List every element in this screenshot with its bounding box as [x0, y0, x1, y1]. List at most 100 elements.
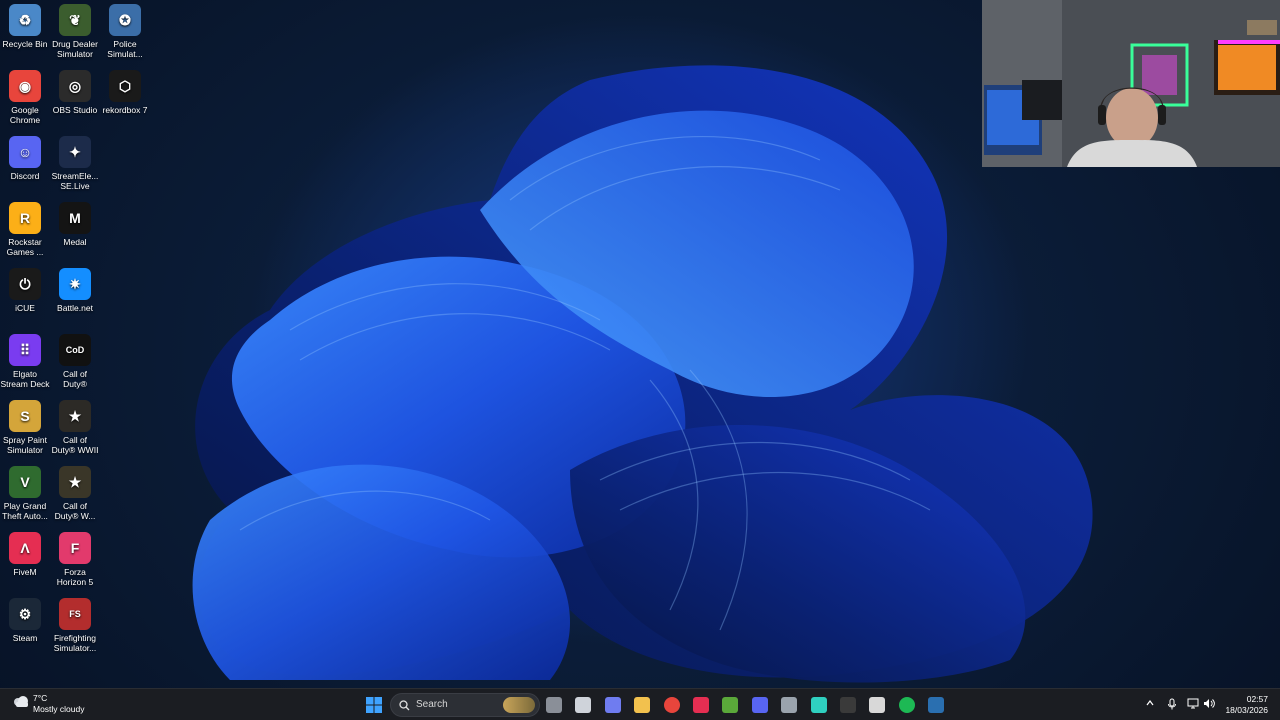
- desktop-icon[interactable]: ✪ Police Simulat...: [100, 0, 150, 59]
- spotify-icon[interactable]: [898, 697, 915, 713]
- desktop-icon-label: Drug Dealer Simulator: [52, 39, 98, 59]
- desktop-icon-label: Play Grand Theft Auto...: [2, 501, 48, 521]
- fivem-icon[interactable]: [693, 697, 709, 713]
- clock[interactable]: 02:57 18/03/2026: [1225, 694, 1268, 716]
- chevron-up-icon[interactable]: [1143, 698, 1157, 712]
- desktop-icon-label: Forza Horizon 5: [56, 567, 94, 587]
- desktop-icon-label: Call of Duty® W...: [54, 501, 96, 521]
- desktop-icon[interactable]: ⚙ Steam: [0, 594, 50, 643]
- stream-deck-icon[interactable]: [810, 697, 827, 713]
- desktop-icon-label: Rockstar Games ...: [6, 237, 44, 257]
- desktop-icon[interactable]: ✦ StreamEle... SE.Live: [50, 132, 100, 191]
- desktop-icon-label: Discord: [10, 171, 40, 181]
- desktop-icon-label: Google Chrome: [9, 105, 41, 125]
- webcam-overlay: [982, 0, 1280, 167]
- desktop-icon-label: rekordbox 7: [102, 105, 148, 115]
- icue-icon: ⏻: [9, 268, 41, 300]
- windows-logo-icon: [366, 697, 382, 713]
- recycle-bin-icon: ♻: [9, 4, 41, 36]
- steam-icon[interactable]: [928, 697, 945, 713]
- discord-icon[interactable]: [751, 697, 768, 713]
- file-explorer-icon[interactable]: [634, 697, 651, 713]
- steam-icon: ⚙: [9, 598, 41, 630]
- desktop-icon-label: Firefighting Simulator...: [53, 633, 97, 653]
- gta-icon: V: [9, 466, 41, 498]
- desktop-icon-label: OBS Studio: [52, 105, 98, 115]
- network-icon[interactable]: [1186, 698, 1200, 712]
- desktop-icon-label: Steam: [12, 633, 38, 643]
- desktop-icon[interactable]: ⏻ iCUE: [0, 264, 50, 313]
- search-icon: [399, 700, 410, 711]
- desktop-icon[interactable]: ★ Call of Duty® W...: [50, 462, 100, 521]
- discord-icon: ☺: [9, 136, 41, 168]
- desktop-icon-label: FiveM: [13, 567, 37, 577]
- chrome-icon: ◉: [9, 70, 41, 102]
- firefighting-simulator-icon: FS: [59, 598, 91, 630]
- microphone-icon[interactable]: [1165, 698, 1179, 712]
- desktop-icon[interactable]: ⬡ rekordbox 7: [100, 66, 150, 115]
- search-bar[interactable]: Search: [390, 693, 540, 717]
- desktop-icon[interactable]: Λ FiveM: [0, 528, 50, 577]
- desktop-icon[interactable]: V Play Grand Theft Auto...: [0, 462, 50, 521]
- desktop-icon-label: Elgato Stream Deck: [0, 369, 50, 389]
- widgets-icon[interactable]: [546, 697, 562, 713]
- desktop-icon-label: Call of Duty® WWII: [51, 435, 99, 455]
- weather-cloud-icon: [12, 695, 30, 709]
- chrome-icon[interactable]: [663, 697, 680, 713]
- volume-icon[interactable]: [1202, 698, 1216, 712]
- clock-date: 18/03/2026: [1225, 705, 1268, 715]
- desktop-icon[interactable]: ❦ Drug Dealer Simulator: [50, 0, 100, 59]
- spray-paint-simulator-icon: S: [9, 400, 41, 432]
- forza-icon: F: [59, 532, 91, 564]
- desktop-icon[interactable]: ★ Call of Duty® WWII: [50, 396, 100, 455]
- desktop-icon-label: iCUE: [15, 303, 35, 313]
- settings-icon[interactable]: [781, 697, 798, 713]
- taskbar: 7°C Mostly cloudy Search 02:57 18/03/202…: [0, 688, 1280, 720]
- desktop-icon-label: Spray Paint Simulator: [3, 435, 47, 455]
- desktop-icon-label: StreamEle... SE.Live: [51, 171, 99, 191]
- desktop-icon[interactable]: ✷ Battle.net: [50, 264, 100, 313]
- rekordbox-icon: ⬡: [109, 70, 141, 102]
- obs-icon[interactable]: [840, 697, 856, 713]
- desktop-icon-label: Battle.net: [57, 303, 93, 313]
- search-label: Search: [416, 699, 448, 710]
- desktop-icon[interactable]: ♻ Recycle Bin: [0, 0, 50, 49]
- battlenet-icon: ✷: [59, 268, 91, 300]
- desktop-icon-label: Medal: [63, 237, 87, 247]
- streamelements-icon: ✦: [59, 136, 91, 168]
- desktop-icon[interactable]: FS Firefighting Simulator...: [50, 594, 100, 653]
- task-view-icon[interactable]: [575, 697, 592, 713]
- minecraft-icon[interactable]: [722, 697, 739, 713]
- desktop-icon[interactable]: F Forza Horizon 5: [50, 528, 100, 587]
- desktop-icon[interactable]: M Medal: [50, 198, 100, 247]
- desktop-icon-label: Call of Duty®: [62, 369, 88, 389]
- desktop-icon[interactable]: S Spray Paint Simulator: [0, 396, 50, 455]
- start-button[interactable]: [364, 695, 384, 715]
- weather-widget[interactable]: 7°C Mostly cloudy: [12, 693, 85, 715]
- desktop-icon[interactable]: ⠿ Elgato Stream Deck: [0, 330, 50, 389]
- obs-icon: ◎: [59, 70, 91, 102]
- desktop-icon[interactable]: ◎ OBS Studio: [50, 66, 100, 115]
- medal-icon: M: [59, 202, 91, 234]
- webcam-feed-image: [982, 0, 1280, 167]
- chat-icon[interactable]: [604, 697, 621, 713]
- fivem-icon: Λ: [9, 532, 41, 564]
- drug-dealer-simulator-icon: ❦: [59, 4, 91, 36]
- desktop-icon-label: Recycle Bin: [2, 39, 48, 49]
- desktop-icon[interactable]: CoD Call of Duty®: [50, 330, 100, 389]
- clock-time: 02:57: [1246, 694, 1268, 704]
- stream-deck-icon: ⠿: [9, 334, 41, 366]
- rockstar-icon: R: [9, 202, 41, 234]
- call-of-duty-icon: CoD: [59, 334, 91, 366]
- police-simulator-icon: ✪: [109, 4, 141, 36]
- desktop-icon-label: Police Simulat...: [107, 39, 143, 59]
- search-highlight-image: [503, 697, 535, 713]
- weather-temp: 7°C: [33, 693, 48, 703]
- store-icon[interactable]: [869, 697, 886, 713]
- cod-ww-icon: ★: [59, 466, 91, 498]
- desktop-icon[interactable]: ◉ Google Chrome: [0, 66, 50, 125]
- cod-wwii-icon: ★: [59, 400, 91, 432]
- weather-condition: Mostly cloudy: [33, 704, 85, 714]
- desktop-icon[interactable]: R Rockstar Games ...: [0, 198, 50, 257]
- desktop-icon[interactable]: ☺ Discord: [0, 132, 50, 181]
